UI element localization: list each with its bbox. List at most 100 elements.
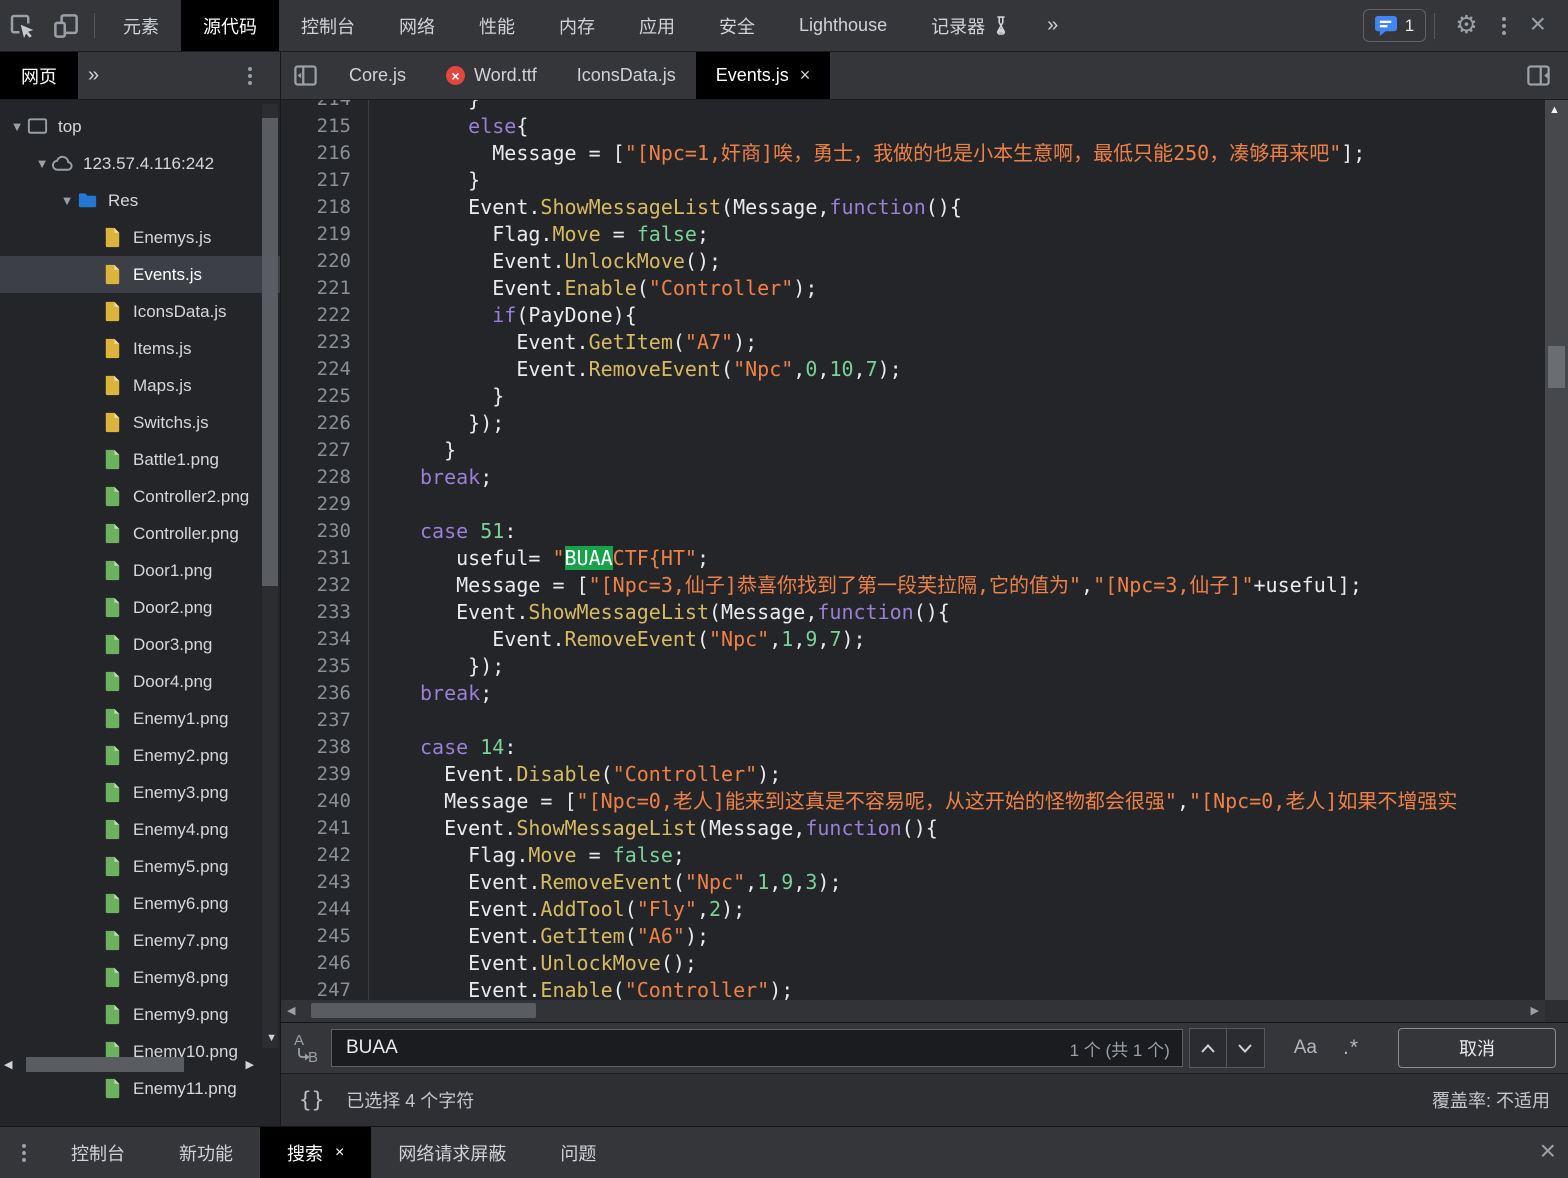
line-number[interactable]: 222: [281, 302, 369, 329]
editor-scroll-right-icon[interactable]: ▶: [1531, 1004, 1539, 1017]
line-number[interactable]: 243: [281, 869, 369, 896]
panel-tab-Lighthouse[interactable]: Lighthouse: [777, 0, 909, 51]
pretty-print-button[interactable]: {}: [299, 1088, 324, 1112]
editor-tab-Core.js[interactable]: Core.js: [329, 52, 426, 99]
code-text[interactable]: }: [369, 437, 456, 464]
line-number[interactable]: 235: [281, 653, 369, 680]
code-text[interactable]: Event.RemoveEvent("Npc",0,10,7);: [369, 356, 902, 383]
line-number[interactable]: 234: [281, 626, 369, 653]
drawer-close-icon[interactable]: ×: [1528, 1137, 1568, 1169]
code-text[interactable]: Event.ShowMessageList(Message,function()…: [369, 599, 950, 626]
line-number[interactable]: 223: [281, 329, 369, 356]
panel-tab-应用[interactable]: 应用: [617, 0, 697, 51]
tree-item-Door1.png[interactable]: Door1.png: [0, 552, 280, 589]
line-number[interactable]: 238: [281, 734, 369, 761]
code-text[interactable]: Event.GetItem("A6");: [369, 923, 709, 950]
tree-item-Events.js[interactable]: Events.js: [0, 256, 280, 293]
line-number[interactable]: 224: [281, 356, 369, 383]
device-toolbar-icon[interactable]: [44, 0, 88, 51]
tree-item-Enemy6.png[interactable]: Enemy6.png: [0, 885, 280, 922]
match-case-toggle[interactable]: Aa: [1281, 1037, 1330, 1059]
line-number[interactable]: 247: [281, 977, 369, 1000]
line-number[interactable]: 218: [281, 194, 369, 221]
tree-item-Enemy3.png[interactable]: Enemy3.png: [0, 774, 280, 811]
tree-item-Controller2.png[interactable]: Controller2.png: [0, 478, 280, 515]
line-number[interactable]: 232: [281, 572, 369, 599]
tree-item-Maps.js[interactable]: Maps.js: [0, 367, 280, 404]
line-number[interactable]: 233: [281, 599, 369, 626]
settings-gear-icon[interactable]: ⚙: [1443, 13, 1489, 38]
sidebar-vscroll-thumb[interactable]: [262, 118, 278, 586]
code-text[interactable]: Flag.Move = false;: [369, 221, 709, 248]
line-number[interactable]: 220: [281, 248, 369, 275]
inspect-element-icon[interactable]: [0, 0, 44, 51]
tree-item-Enemys.js[interactable]: Enemys.js: [0, 219, 280, 256]
tree-item-Door2.png[interactable]: Door2.png: [0, 589, 280, 626]
drawer-tab-控制台[interactable]: 控制台: [44, 1127, 152, 1178]
line-number[interactable]: 242: [281, 842, 369, 869]
tree-item-IconsData.js[interactable]: IconsData.js: [0, 293, 280, 330]
code-text[interactable]: break;: [369, 464, 492, 491]
panel-tab-网络[interactable]: 网络: [377, 0, 457, 51]
tree-item-Controller.png[interactable]: Controller.png: [0, 515, 280, 552]
tree-item-Enemy9.png[interactable]: Enemy9.png: [0, 996, 280, 1033]
line-number[interactable]: 221: [281, 275, 369, 302]
line-number[interactable]: 214: [281, 100, 369, 113]
code-text[interactable]: });: [369, 410, 504, 437]
drawer-menu-icon[interactable]: [0, 1144, 44, 1162]
search-input[interactable]: [332, 1037, 1182, 1059]
code-text[interactable]: Message = ["[Npc=3,仙子]恭喜你找到了第一段芙拉隔,它的值为"…: [369, 572, 1362, 599]
sidebar-overflow-chevron[interactable]: »: [78, 52, 109, 99]
line-number[interactable]: 239: [281, 761, 369, 788]
line-number[interactable]: 237: [281, 707, 369, 734]
drawer-tab-搜索[interactable]: 搜索×: [260, 1127, 371, 1178]
code-text[interactable]: Event.Enable("Controller");: [369, 977, 793, 1000]
code-text[interactable]: Flag.Move = false;: [369, 842, 685, 869]
editor-horizontal-scrollbar[interactable]: ◀ ▶: [281, 1000, 1545, 1022]
tree-item-Enemy4.png[interactable]: Enemy4.png: [0, 811, 280, 848]
tree-item-Door4.png[interactable]: Door4.png: [0, 663, 280, 700]
tree-item-123.57.4.116:242[interactable]: ▼123.57.4.116:242: [0, 145, 280, 182]
tree-item-Items.js[interactable]: Items.js: [0, 330, 280, 367]
line-number[interactable]: 231: [281, 545, 369, 572]
sidebar-horizontal-scrollbar[interactable]: ◀ ▶: [0, 1056, 260, 1074]
panel-tab-性能[interactable]: 性能: [457, 0, 537, 51]
sidebar-menu-icon[interactable]: [236, 67, 264, 85]
sidebar-scroll-right-icon[interactable]: ▶: [246, 1058, 254, 1071]
tree-item-Enemy1.png[interactable]: Enemy1.png: [0, 700, 280, 737]
drawer-tab-新功能[interactable]: 新功能: [152, 1127, 260, 1178]
line-number[interactable]: 229: [281, 491, 369, 518]
code-text[interactable]: else{: [369, 113, 528, 140]
expand-arrow-icon[interactable]: ▼: [8, 119, 26, 134]
code-text[interactable]: Event.AddTool("Fly",2);: [369, 896, 745, 923]
code-text[interactable]: case 14:: [369, 734, 516, 761]
editor-tab-Word.ttf[interactable]: ×Word.ttf: [426, 52, 557, 99]
devtools-close-icon[interactable]: ×: [1518, 10, 1558, 42]
editor-hscroll-thumb[interactable]: [311, 1003, 536, 1018]
line-number[interactable]: 227: [281, 437, 369, 464]
editor-vertical-scrollbar[interactable]: ▲: [1545, 100, 1568, 1000]
expand-arrow-icon[interactable]: ▼: [33, 156, 51, 171]
show-right-panel-icon[interactable]: [1514, 62, 1562, 89]
code-text[interactable]: }: [369, 167, 480, 194]
panel-tab-元素[interactable]: 元素: [101, 0, 181, 51]
tree-item-Switchs.js[interactable]: Switchs.js: [0, 404, 280, 441]
drawer-tab-问题[interactable]: 问题: [533, 1127, 623, 1178]
sidebar-scroll-left-icon[interactable]: ◀: [4, 1058, 12, 1071]
tree-item-Enemy2.png[interactable]: Enemy2.png: [0, 737, 280, 774]
devtools-menu-icon[interactable]: [1490, 17, 1518, 35]
tab-close-icon[interactable]: ×: [335, 1144, 344, 1162]
code-text[interactable]: Event.ShowMessageList(Message,function()…: [369, 194, 962, 221]
code-text[interactable]: break;: [369, 680, 492, 707]
tree-item-Res[interactable]: ▼Res: [0, 182, 280, 219]
line-number[interactable]: 236: [281, 680, 369, 707]
code-text[interactable]: Event.RemoveEvent("Npc",1,9,3);: [369, 869, 842, 896]
panel-tab-安全[interactable]: 安全: [697, 0, 777, 51]
previous-match-button[interactable]: [1189, 1028, 1227, 1068]
line-number[interactable]: 246: [281, 950, 369, 977]
search-field[interactable]: 1 个 (共 1 个): [331, 1029, 1183, 1067]
sidebar-hscroll-thumb[interactable]: [26, 1057, 184, 1072]
more-panels-chevron[interactable]: »: [1031, 0, 1074, 51]
line-number[interactable]: 226: [281, 410, 369, 437]
tree-item-Enemy11.png[interactable]: Enemy11.png: [0, 1070, 280, 1107]
